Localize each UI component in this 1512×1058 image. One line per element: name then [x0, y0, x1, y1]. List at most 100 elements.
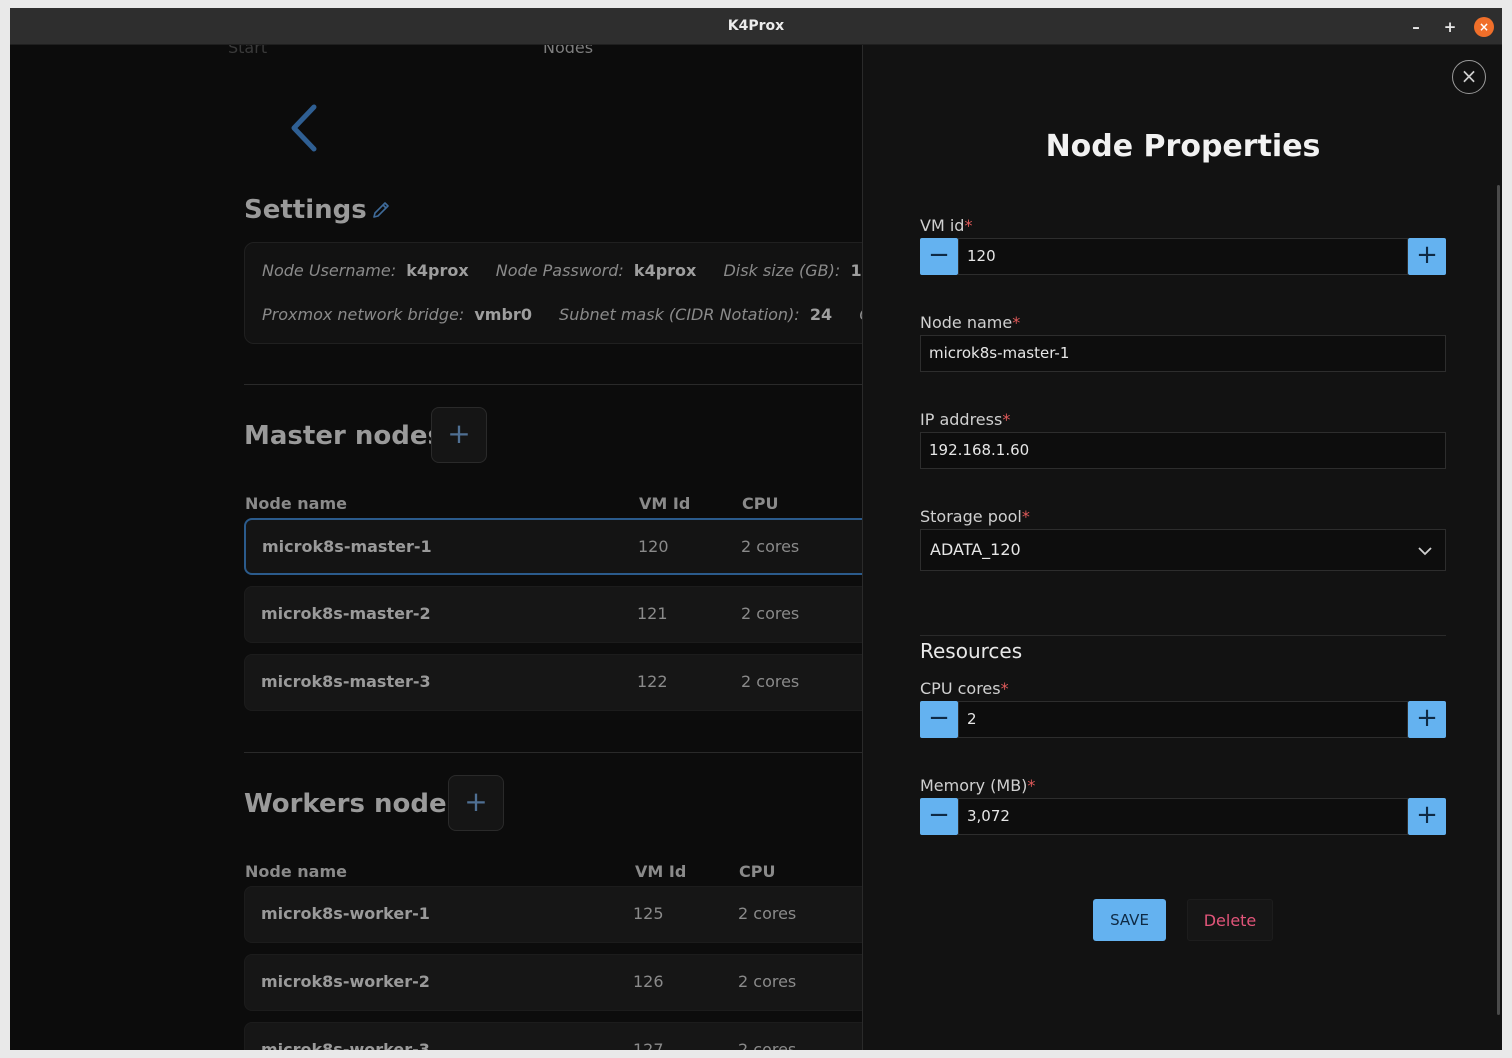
- vmid-increment-button[interactable]: +: [1408, 238, 1446, 275]
- master-header-cpu: CPU: [742, 494, 779, 513]
- ip-label: IP address*: [920, 410, 1010, 429]
- table-row[interactable]: microk8s-master-1 120 2 cores: [244, 518, 862, 575]
- setting-key: Proxmox network bridge:: [262, 305, 465, 324]
- table-row[interactable]: microk8s-worker-3 127 2 cores: [244, 1022, 862, 1050]
- node-name: microk8s-worker-2: [261, 972, 430, 991]
- memory-increment-button[interactable]: +: [1408, 798, 1446, 835]
- cpu-stepper: − 2 +: [920, 701, 1446, 738]
- required-marker: *: [1021, 507, 1030, 526]
- table-row[interactable]: microk8s-worker-1 125 2 cores: [244, 886, 862, 943]
- table-row[interactable]: microk8s-master-3 122 2 cores: [244, 654, 862, 711]
- node-cpu: 2 cores: [741, 604, 800, 623]
- node-properties-drawer: × Node Properties VM id* − 120 + Node na…: [862, 45, 1502, 1050]
- breadcrumb-start[interactable]: Start: [228, 45, 267, 57]
- node-name-input[interactable]: microk8s-master-1: [920, 335, 1446, 372]
- vmid-decrement-button[interactable]: −: [920, 238, 958, 275]
- settings-row-1: Node Username: k4prox Node Password: k4p…: [262, 261, 862, 280]
- drawer-scrollbar[interactable]: [1497, 185, 1500, 1015]
- node-vmid: 127: [633, 1040, 664, 1050]
- memory-stepper: − 3,072 +: [920, 798, 1446, 835]
- setting-value: k4prox: [406, 261, 469, 280]
- maximize-button[interactable]: +: [1440, 17, 1460, 37]
- vmid-input[interactable]: 120: [958, 238, 1408, 275]
- storage-label: Storage pool*: [920, 507, 1030, 526]
- cpu-decrement-button[interactable]: −: [920, 701, 958, 738]
- node-name: microk8s-master-1: [262, 537, 432, 556]
- memory-decrement-button[interactable]: −: [920, 798, 958, 835]
- cpu-increment-button[interactable]: +: [1408, 701, 1446, 738]
- cpu-input[interactable]: 2: [958, 701, 1408, 738]
- divider: [244, 752, 862, 753]
- save-button[interactable]: SAVE: [1093, 899, 1166, 941]
- node-cpu: 2 cores: [738, 904, 797, 923]
- setting-value: k4prox: [633, 261, 697, 280]
- setting-key: Subnet mask (CIDR Notation):: [559, 305, 800, 324]
- node-vmid: 125: [633, 904, 664, 923]
- resources-title: Resources: [920, 639, 1023, 663]
- worker-header-vmid: VM Id: [635, 862, 687, 881]
- ip-input[interactable]: 192.168.1.60: [920, 432, 1446, 469]
- node-name: microk8s-master-2: [261, 604, 431, 623]
- storage-pool-select[interactable]: ADATA_120: [920, 529, 1446, 571]
- node-cpu: 2 cores: [738, 972, 797, 991]
- required-marker: *: [1000, 679, 1009, 698]
- required-marker: *: [1012, 313, 1021, 332]
- memory-label: Memory (MB)*: [920, 776, 1035, 795]
- master-header-vmid: VM Id: [639, 494, 691, 513]
- memory-label-text: Memory (MB): [920, 776, 1028, 795]
- back-arrow-icon[interactable]: [286, 103, 326, 153]
- nodes-page: Start Nodes Settings Node Username: k4pr…: [10, 45, 862, 1050]
- node-name: microk8s-master-3: [261, 672, 431, 691]
- app-window: K4Prox – + × Start Nodes Settings Node U…: [10, 8, 1502, 1050]
- master-nodes-title: Master nodes: [244, 421, 443, 451]
- divider: [920, 635, 1446, 636]
- setting-value: 15 GB: [850, 261, 862, 280]
- node-vmid: 122: [637, 672, 668, 691]
- chevron-down-icon: [1418, 547, 1432, 556]
- required-marker: *: [964, 216, 973, 235]
- settings-card: Node Username: k4prox Node Password: k4p…: [244, 242, 862, 344]
- window-close-button[interactable]: ×: [1474, 17, 1494, 37]
- vmid-label: VM id*: [920, 216, 972, 235]
- worker-header-name: Node name: [245, 862, 347, 881]
- memory-input[interactable]: 3,072: [958, 798, 1408, 835]
- minimize-button[interactable]: –: [1406, 17, 1426, 37]
- settings-row-2: Proxmox network bridge: vmbr0 Subnet mas…: [262, 305, 862, 324]
- setting-value: 24: [809, 305, 833, 324]
- table-row[interactable]: microk8s-worker-2 126 2 cores: [244, 954, 862, 1011]
- ip-label-text: IP address: [920, 410, 1003, 429]
- worker-header-cpu: CPU: [739, 862, 776, 881]
- divider: [244, 384, 862, 385]
- node-vmid: 120: [638, 537, 669, 556]
- node-cpu: 2 cores: [741, 537, 800, 556]
- window-title: K4Prox: [727, 18, 785, 34]
- node-vmid: 126: [633, 972, 664, 991]
- delete-button[interactable]: Delete: [1187, 899, 1273, 941]
- setting-key: Node Username:: [262, 261, 397, 280]
- required-marker: *: [1027, 776, 1036, 795]
- cpu-label-text: CPU cores: [920, 679, 1001, 698]
- vmid-label-text: VM id: [920, 216, 965, 235]
- workers-nodes-title: Workers nodes: [244, 789, 463, 819]
- node-cpu: 2 cores: [738, 1040, 797, 1050]
- table-row[interactable]: microk8s-master-2 121 2 cores: [244, 586, 862, 643]
- settings-title: Settings: [244, 195, 367, 225]
- node-name-label-text: Node name: [920, 313, 1013, 332]
- master-header-name: Node name: [245, 494, 347, 513]
- node-vmid: 121: [637, 604, 668, 623]
- drawer-title: Node Properties: [1045, 129, 1321, 164]
- edit-pencil-icon[interactable]: [370, 199, 392, 221]
- vmid-stepper: − 120 +: [920, 238, 1446, 275]
- title-bar: K4Prox – + ×: [10, 8, 1502, 45]
- node-name-label: Node name*: [920, 313, 1020, 332]
- breadcrumb-nodes[interactable]: Nodes: [543, 45, 593, 57]
- node-cpu: 2 cores: [741, 672, 800, 691]
- setting-key: Node Password:: [495, 261, 624, 280]
- add-master-button[interactable]: +: [431, 407, 487, 463]
- node-name: microk8s-worker-3: [261, 1040, 430, 1050]
- add-worker-button[interactable]: +: [448, 775, 504, 831]
- setting-key: Disk size (GB):: [723, 261, 841, 280]
- storage-label-text: Storage pool: [920, 507, 1022, 526]
- drawer-close-button[interactable]: ×: [1452, 60, 1486, 94]
- required-marker: *: [1002, 410, 1011, 429]
